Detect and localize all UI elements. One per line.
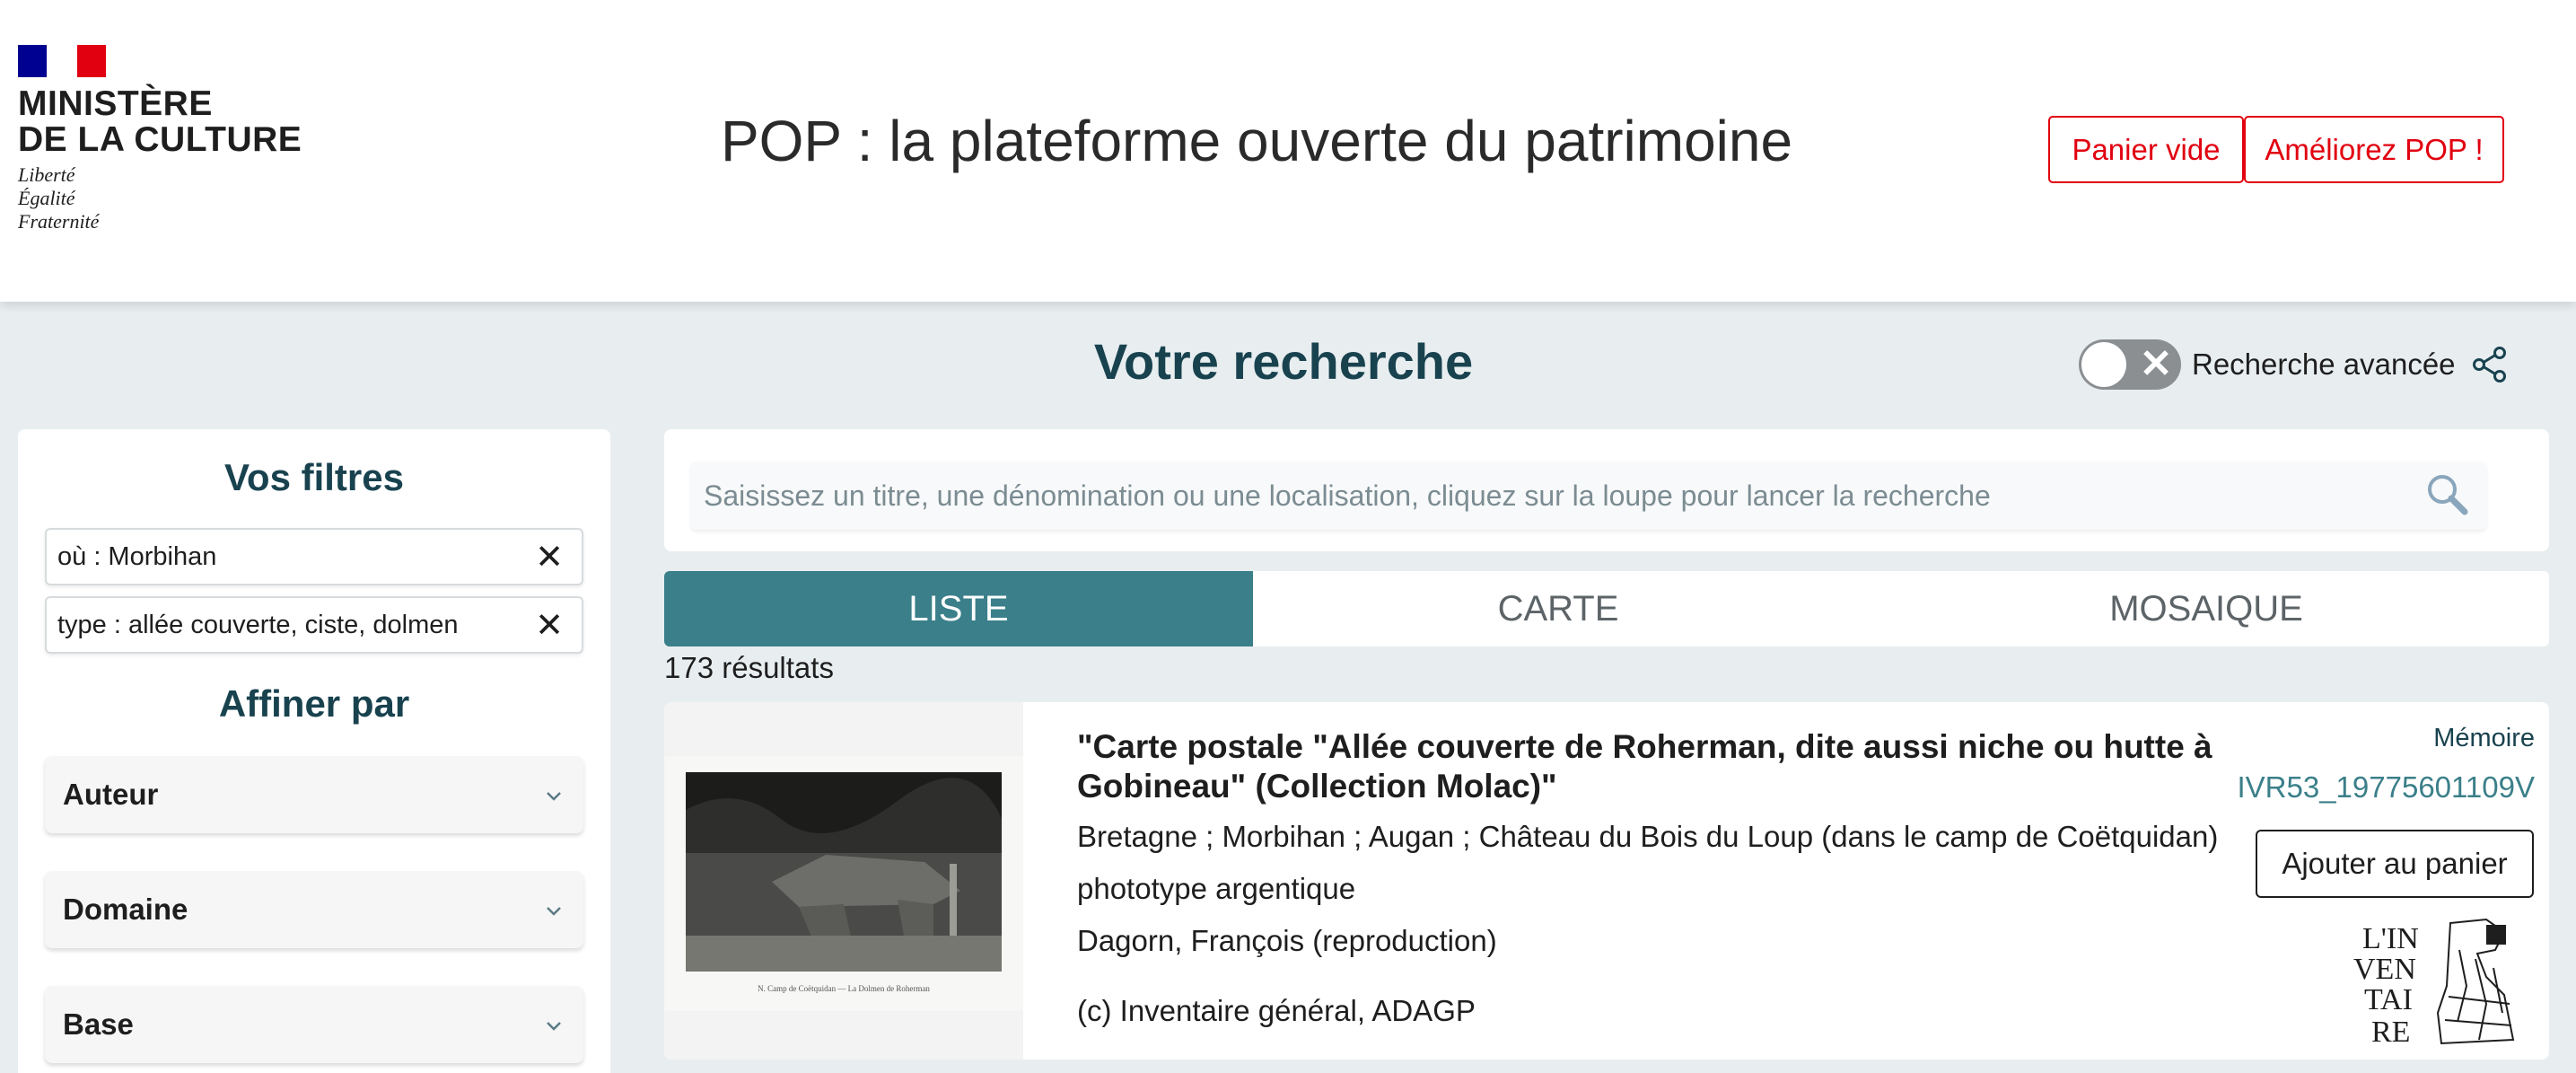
result-technique: phototype argentique bbox=[1077, 872, 1356, 905]
chevron-down-icon bbox=[547, 1022, 561, 1031]
result-title[interactable]: "Carte postale "Allée couverte de Roherm… bbox=[1077, 727, 2244, 806]
chevron-down-icon bbox=[547, 792, 561, 801]
refine-title: Affiner par bbox=[218, 682, 410, 725]
close-icon: ✕ bbox=[2139, 342, 2173, 386]
facet-author[interactable]: Auteur bbox=[45, 756, 583, 833]
toggle-knob bbox=[2081, 342, 2126, 387]
view-tabs: LISTE CARTE MOSAIQUE bbox=[664, 571, 2549, 646]
search-icon[interactable] bbox=[2422, 469, 2474, 521]
active-filter-chip[interactable]: où : Morbihan ✕ bbox=[45, 528, 583, 585]
chevron-down-icon bbox=[547, 907, 561, 916]
facet-domain[interactable]: Domaine bbox=[45, 871, 583, 948]
filters-title: Vos filtres bbox=[224, 456, 404, 498]
facet-label: Base bbox=[63, 1007, 134, 1041]
advanced-search-toggle[interactable]: ✕ bbox=[2079, 339, 2181, 390]
result-base-label: Mémoire bbox=[2433, 724, 2535, 752]
marianne-flag-icon bbox=[18, 45, 106, 77]
svg-text:VEN: VEN bbox=[2353, 953, 2416, 986]
site-title[interactable]: POP : la plateforme ouverte du patrimoin… bbox=[709, 108, 1804, 174]
result-thumbnail[interactable]: N. Camp de Coëtquidan — La Dolmen de Roh… bbox=[664, 702, 1023, 1060]
result-reference-link[interactable]: IVR53_19775601109V bbox=[2237, 770, 2535, 805]
filter-chip-label: où : Morbihan bbox=[57, 541, 217, 571]
thumb-caption: N. Camp de Coëtquidan — La Dolmen de Roh… bbox=[758, 984, 930, 993]
facet-label: Domaine bbox=[63, 893, 188, 926]
inventaire-logo-icon: L'IN VEN TAI RE bbox=[2353, 918, 2515, 1049]
site-header: MINISTÈRE DE LA CULTURE Liberté Égalité … bbox=[0, 0, 2576, 302]
facet-base[interactable]: Base bbox=[45, 986, 583, 1063]
svg-text:L'IN: L'IN bbox=[2362, 922, 2419, 955]
search-input[interactable] bbox=[691, 462, 2486, 530]
share-icon[interactable] bbox=[2470, 345, 2510, 384]
search-heading: Votre recherche bbox=[1093, 333, 1474, 390]
active-filter-chip[interactable]: type : allée couverte, ciste, dolmen ✕ bbox=[45, 596, 583, 654]
svg-text:TAI: TAI bbox=[2364, 983, 2413, 1016]
svg-text:RE: RE bbox=[2371, 1016, 2410, 1049]
advanced-search-label[interactable]: Recherche avancée bbox=[2192, 343, 2456, 386]
add-to-cart-button[interactable]: Ajouter au panier bbox=[2256, 830, 2534, 898]
result-copyright: (c) Inventaire général, ADAGP bbox=[1077, 994, 1476, 1027]
remove-filter-icon[interactable]: ✕ bbox=[535, 609, 564, 643]
ministry-motto: Liberté Égalité Fraternité bbox=[18, 163, 100, 233]
ministry-name: MINISTÈRE DE LA CULTURE bbox=[18, 84, 302, 159]
search-bar-card bbox=[664, 429, 2549, 551]
postcard-image: N. Camp de Coëtquidan — La Dolmen de Roh… bbox=[664, 756, 1023, 1011]
filters-panel: Vos filtres où : Morbihan ✕ type : allée… bbox=[18, 429, 610, 1073]
results-count: 173 résultats bbox=[664, 651, 834, 684]
result-location: Bretagne ; Morbihan ; Augan ; Château du… bbox=[1077, 820, 2219, 853]
facet-label: Auteur bbox=[63, 778, 159, 811]
cart-button[interactable]: Panier vide bbox=[2048, 116, 2244, 183]
result-card[interactable]: N. Camp de Coëtquidan — La Dolmen de Roh… bbox=[664, 702, 2549, 1060]
tab-mosaic[interactable]: MOSAIQUE bbox=[1863, 571, 2549, 646]
result-author: Dagorn, François (reproduction) bbox=[1077, 924, 1497, 957]
filter-chip-label: type : allée couverte, ciste, dolmen bbox=[57, 610, 459, 639]
tab-map[interactable]: CARTE bbox=[1253, 571, 1863, 646]
improve-pop-button[interactable]: Améliorez POP ! bbox=[2244, 116, 2504, 183]
remove-filter-icon[interactable]: ✕ bbox=[535, 541, 564, 575]
tab-list[interactable]: LISTE bbox=[664, 571, 1253, 646]
